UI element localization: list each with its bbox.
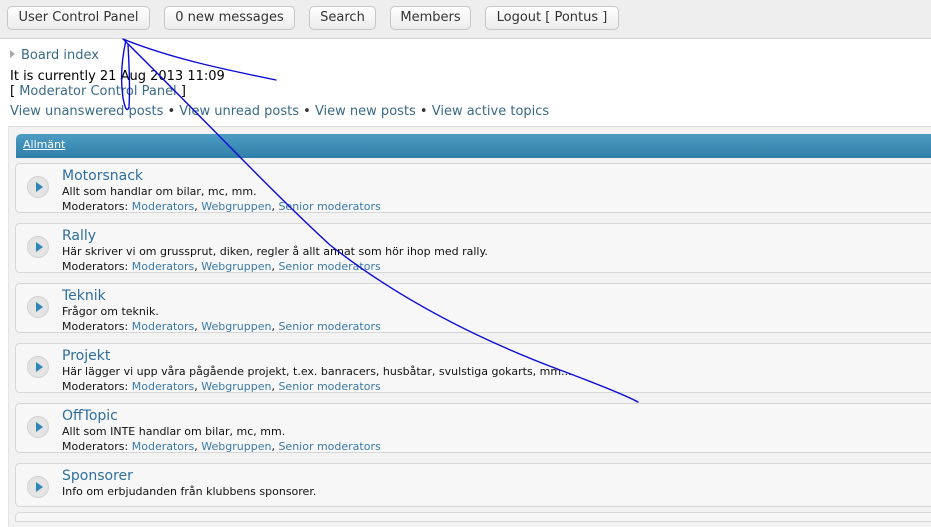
mod-link-moderators[interactable]: Moderators [132,380,195,393]
members-button[interactable]: Members [390,6,471,30]
category-link[interactable]: Allmänt [23,138,65,151]
moderator-panel-line: [ Moderator Control Panel ] [10,84,186,99]
forum-moderators: Moderators: Moderators, Webgruppen, Seni… [62,260,381,273]
mod-link-moderators[interactable]: Moderators [132,200,195,213]
forum-read-icon [27,356,49,378]
forum-moderators: Moderators: Moderators, Webgruppen, Seni… [62,440,381,453]
forum-title-link[interactable]: Sponsorer [62,468,133,484]
view-active-topics-link[interactable]: View active topics [432,104,549,119]
board-index-link[interactable]: Board index [21,48,99,63]
mod-link-moderators[interactable]: Moderators [132,260,195,273]
forum-read-icon [27,176,49,198]
mod-link-webgruppen[interactable]: Webgruppen [201,200,271,213]
category-header: Allmänt [16,134,931,158]
forum-read-icon [27,476,49,498]
bracket-open: [ [10,84,20,99]
moderators-label: Moderators: [62,200,132,213]
mod-link-senior-moderators[interactable]: Senior moderators [278,260,380,273]
separator: • [163,104,180,119]
forum-description: Här skriver vi om grussprut, diken, regl… [62,245,488,258]
forum-description: Frågor om teknik. [62,305,159,318]
forum-moderators: Moderators: Moderators, Webgruppen, Seni… [62,380,381,393]
forum-description: Här lägger vi upp våra pågående projekt,… [62,365,572,378]
logout-button[interactable]: Logout [ Pontus ] [485,6,619,30]
forum-title-link[interactable]: Rally [62,228,96,244]
forum-row: Motorsnack Allt som handlar om bilar, mc… [15,163,931,213]
forum-read-icon [27,236,49,258]
forum-title-link[interactable]: Motorsnack [62,168,143,184]
forum-row: Teknik Frågor om teknik. Moderators: Mod… [15,283,931,333]
mod-link-webgruppen[interactable]: Webgruppen [201,320,271,333]
moderator-control-panel-link[interactable]: Moderator Control Panel [19,84,176,99]
quick-links: View unanswered posts • View unread post… [10,104,549,119]
forum-title-link[interactable]: Teknik [62,288,106,304]
new-messages-button[interactable]: 0 new messages [164,6,295,30]
forum-row: Rally Här skriver vi om grussprut, diken… [15,223,931,273]
forum-moderators: Moderators: Moderators, Webgruppen, Seni… [62,320,381,333]
forum-row-partial [15,512,931,522]
forum-title-link[interactable]: OffTopic [62,408,118,424]
view-unread-link[interactable]: View unread posts [179,104,299,119]
mod-link-senior-moderators[interactable]: Senior moderators [278,380,380,393]
separator: • [299,104,315,119]
top-navigation-bar: User Control Panel 0 new messages Search… [0,0,931,39]
separator: • [415,104,432,119]
forum-read-icon [27,416,49,438]
mod-link-moderators[interactable]: Moderators [132,320,195,333]
search-button[interactable]: Search [309,6,376,30]
forum-description: Info om erbjudanden från klubbens sponso… [62,485,317,498]
mod-link-senior-moderators[interactable]: Senior moderators [278,320,380,333]
mod-link-webgruppen[interactable]: Webgruppen [201,260,271,273]
view-new-posts-link[interactable]: View new posts [315,104,416,119]
breadcrumb-arrow-icon [10,50,15,58]
user-control-panel-button[interactable]: User Control Panel [7,6,150,30]
forum-row: OffTopic Allt som INTE handlar om bilar,… [15,403,931,453]
mod-link-senior-moderators[interactable]: Senior moderators [278,440,380,453]
mod-link-webgruppen[interactable]: Webgruppen [201,440,271,453]
forum-row: Projekt Här lägger vi upp våra pågående … [15,343,931,393]
mod-link-moderators[interactable]: Moderators [132,440,195,453]
current-time: It is currently 21 Aug 2013 11:09 [10,69,225,84]
forum-moderators: Moderators: Moderators, Webgruppen, Seni… [62,200,381,213]
moderators-label: Moderators: [62,380,132,393]
forum-row: Sponsorer Info om erbjudanden från klubb… [15,463,931,507]
moderators-label: Moderators: [62,260,132,273]
forum-read-icon [27,296,49,318]
forum-description: Allt som INTE handlar om bilar, mc, mm. [62,425,286,438]
mod-link-senior-moderators[interactable]: Senior moderators [278,200,380,213]
moderators-label: Moderators: [62,440,132,453]
forum-title-link[interactable]: Projekt [62,348,110,364]
breadcrumb: Board index [10,48,99,63]
bracket-close: ] [176,84,186,99]
mod-link-webgruppen[interactable]: Webgruppen [201,380,271,393]
view-unanswered-link[interactable]: View unanswered posts [10,104,163,119]
moderators-label: Moderators: [62,320,132,333]
forum-description: Allt som handlar om bilar, mc, mm. [62,185,257,198]
